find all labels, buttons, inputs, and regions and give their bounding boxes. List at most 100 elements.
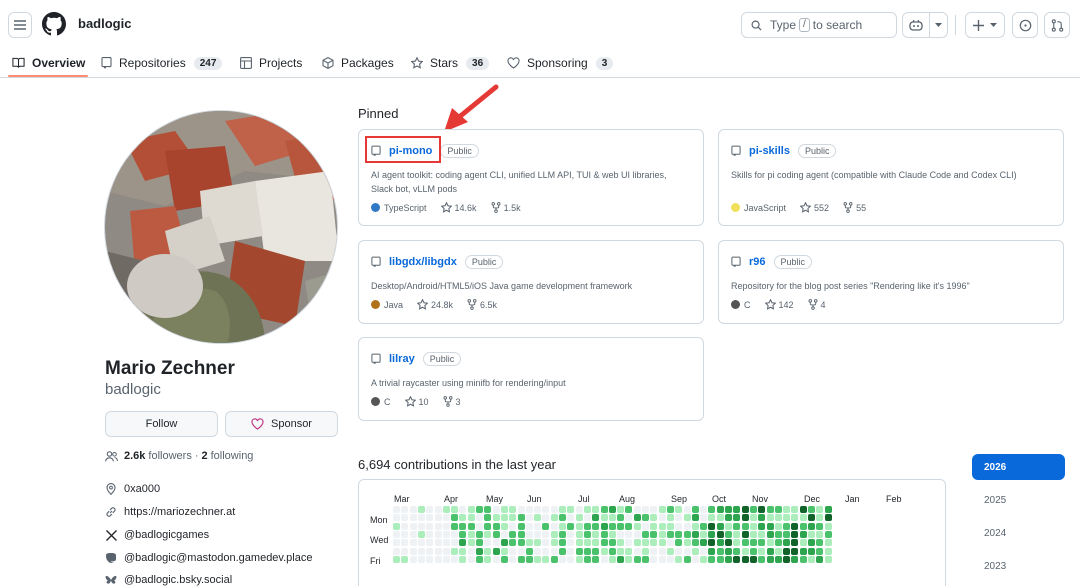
contribution-day-cell[interactable]: [567, 547, 575, 555]
contribution-day-cell[interactable]: [733, 539, 741, 547]
contribution-day-cell[interactable]: [650, 539, 658, 547]
contribution-day-cell[interactable]: [592, 506, 600, 513]
contribution-day-cell[interactable]: [550, 547, 558, 555]
contribution-day-cell[interactable]: [708, 522, 716, 530]
contribution-day-cell[interactable]: [774, 539, 782, 547]
contribution-day-cell[interactable]: [550, 514, 558, 522]
repo-stars[interactable]: 552: [800, 202, 829, 213]
contribution-day-cell[interactable]: [575, 547, 583, 555]
contribution-day-cell[interactable]: [575, 530, 583, 538]
contribution-day-cell[interactable]: [393, 506, 400, 513]
contribution-day-cell[interactable]: [725, 506, 732, 513]
contribution-day-cell[interactable]: [600, 530, 608, 538]
contribution-day-cell[interactable]: [451, 547, 459, 555]
contribution-day-cell[interactable]: [409, 547, 417, 555]
contribution-day-cell[interactable]: [492, 506, 500, 513]
contribution-day-cell[interactable]: [799, 514, 807, 522]
contribution-day-cell[interactable]: [451, 522, 459, 530]
contribution-day-cell[interactable]: [741, 506, 749, 513]
bluesky-text[interactable]: @badlogic.bsky.social: [124, 574, 232, 586]
contribution-day-cell[interactable]: [409, 506, 417, 513]
contribution-day-cell[interactable]: [476, 514, 483, 522]
contribution-day-cell[interactable]: [600, 506, 608, 513]
contribution-day-cell[interactable]: [459, 506, 467, 513]
contribution-day-cell[interactable]: [417, 555, 425, 563]
contribution-day-cell[interactable]: [791, 530, 799, 538]
repo-stars[interactable]: 14.6k: [440, 202, 477, 213]
contribution-day-cell[interactable]: [583, 555, 591, 563]
contribution-day-cell[interactable]: [716, 547, 724, 555]
create-new-button[interactable]: [965, 12, 1005, 38]
contribution-day-cell[interactable]: [476, 539, 483, 547]
contribution-day-cell[interactable]: [575, 522, 583, 530]
contribution-day-cell[interactable]: [683, 514, 691, 522]
contribution-day-cell[interactable]: [592, 530, 600, 538]
contribution-day-cell[interactable]: [542, 506, 550, 513]
contribution-day-cell[interactable]: [766, 522, 774, 530]
contribution-day-cell[interactable]: [658, 514, 666, 522]
contribution-day-cell[interactable]: [749, 555, 757, 563]
contribution-day-cell[interactable]: [675, 506, 683, 513]
contribution-day-cell[interactable]: [708, 555, 716, 563]
contribution-day-cell[interactable]: [476, 555, 483, 563]
contribution-day-cell[interactable]: [658, 547, 666, 555]
contribution-day-cell[interactable]: [393, 530, 400, 538]
contribution-day-cell[interactable]: [683, 539, 691, 547]
contribution-day-cell[interactable]: [476, 530, 483, 538]
contribution-day-cell[interactable]: [758, 522, 766, 530]
contribution-day-cell[interactable]: [625, 547, 633, 555]
contribution-day-cell[interactable]: [733, 530, 741, 538]
contribution-day-cell[interactable]: [567, 530, 575, 538]
contribution-day-cell[interactable]: [600, 547, 608, 555]
contribution-day-cell[interactable]: [733, 547, 741, 555]
contribution-day-cell[interactable]: [642, 522, 649, 530]
contribution-day-cell[interactable]: [691, 539, 699, 547]
contribution-day-cell[interactable]: [691, 530, 699, 538]
contribution-day-cell[interactable]: [758, 506, 766, 513]
mastodon-text[interactable]: @badlogic@mastodon.gamedev.place: [124, 552, 312, 564]
contribution-day-cell[interactable]: [666, 514, 674, 522]
contribution-day-cell[interactable]: [583, 514, 591, 522]
contribution-day-cell[interactable]: [550, 555, 558, 563]
contribution-day-cell[interactable]: [417, 539, 425, 547]
contribution-day-cell[interactable]: [401, 522, 409, 530]
contribution-day-cell[interactable]: [409, 522, 417, 530]
contribution-day-cell[interactable]: [808, 547, 815, 555]
contribution-day-cell[interactable]: [401, 514, 409, 522]
contribution-day-cell[interactable]: [575, 539, 583, 547]
menu-button[interactable]: [8, 12, 32, 38]
contribution-day-cell[interactable]: [608, 539, 616, 547]
contribution-day-cell[interactable]: [741, 514, 749, 522]
contribution-day-cell[interactable]: [442, 522, 450, 530]
contribution-day-cell[interactable]: [725, 514, 732, 522]
contribution-day-cell[interactable]: [451, 555, 459, 563]
contribution-day-cell[interactable]: [592, 522, 600, 530]
contribution-day-cell[interactable]: [434, 530, 442, 538]
contribution-day-cell[interactable]: [492, 530, 500, 538]
contribution-day-cell[interactable]: [467, 547, 475, 555]
contribution-day-cell[interactable]: [808, 506, 815, 513]
contribution-day-cell[interactable]: [417, 522, 425, 530]
contribution-day-cell[interactable]: [467, 539, 475, 547]
contribution-day-cell[interactable]: [426, 539, 434, 547]
contribution-day-cell[interactable]: [542, 522, 550, 530]
contribution-day-cell[interactable]: [426, 514, 434, 522]
repo-forks[interactable]: 6.5k: [467, 299, 497, 310]
contribution-day-cell[interactable]: [426, 522, 434, 530]
tab-overview[interactable]: Overview: [12, 48, 85, 78]
contribution-day-cell[interactable]: [393, 555, 400, 563]
tab-repositories[interactable]: Repositories 247: [101, 48, 223, 78]
contribution-day-cell[interactable]: [808, 539, 815, 547]
contribution-day-cell[interactable]: [542, 547, 550, 555]
contribution-day-cell[interactable]: [525, 547, 533, 555]
contribution-day-cell[interactable]: [642, 547, 649, 555]
contribution-day-cell[interactable]: [583, 522, 591, 530]
contribution-day-cell[interactable]: [550, 506, 558, 513]
contribution-day-cell[interactable]: [642, 539, 649, 547]
contribution-day-cell[interactable]: [500, 514, 508, 522]
contribution-day-cell[interactable]: [774, 506, 782, 513]
contribution-day-cell[interactable]: [675, 522, 683, 530]
contribution-day-cell[interactable]: [658, 555, 666, 563]
contribution-day-cell[interactable]: [666, 539, 674, 547]
contribution-day-cell[interactable]: [492, 539, 500, 547]
